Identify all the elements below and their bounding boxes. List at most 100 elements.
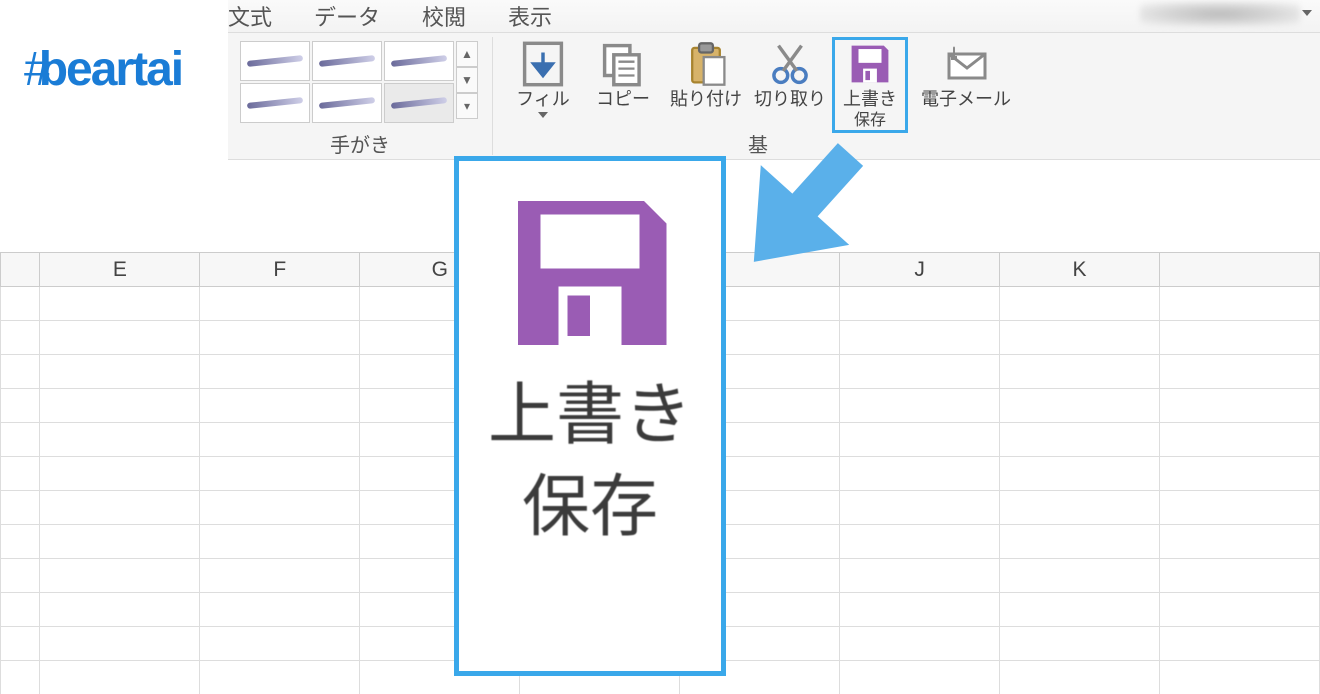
cell[interactable]	[1, 321, 40, 355]
cell[interactable]	[200, 525, 360, 559]
paste-icon	[683, 41, 729, 87]
cell[interactable]	[40, 423, 200, 457]
cell[interactable]	[1160, 491, 1320, 525]
cell[interactable]	[1160, 423, 1320, 457]
cell[interactable]	[200, 661, 360, 694]
cell[interactable]	[1160, 559, 1320, 593]
cell[interactable]	[840, 627, 1000, 661]
column-header[interactable]: F	[200, 253, 360, 287]
cell[interactable]	[840, 559, 1000, 593]
cell[interactable]	[1160, 389, 1320, 423]
cell[interactable]	[40, 491, 200, 525]
cell[interactable]	[1, 423, 40, 457]
menu-item[interactable]: 表示	[508, 0, 552, 32]
cell[interactable]	[840, 423, 1000, 457]
copy-icon	[600, 41, 646, 87]
button-label: コピー	[596, 89, 650, 110]
pen-thumb[interactable]	[312, 41, 382, 81]
cell[interactable]	[1000, 389, 1160, 423]
scroll-down-icon[interactable]: ▼	[456, 67, 478, 93]
cell[interactable]	[840, 525, 1000, 559]
pen-style-gallery[interactable]	[240, 41, 454, 123]
cell[interactable]	[840, 457, 1000, 491]
pen-thumb[interactable]	[240, 41, 310, 81]
cell[interactable]	[1000, 627, 1160, 661]
chevron-down-icon[interactable]	[1302, 10, 1312, 16]
email-button[interactable]: 電子メール	[916, 39, 1016, 110]
cell[interactable]	[200, 627, 360, 661]
cell[interactable]	[1160, 321, 1320, 355]
cell[interactable]	[1160, 661, 1320, 694]
cell[interactable]	[1000, 661, 1160, 694]
cell[interactable]	[1000, 593, 1160, 627]
cell[interactable]	[40, 525, 200, 559]
copy-button[interactable]: コピー	[588, 39, 658, 110]
cell[interactable]	[200, 287, 360, 321]
scroll-up-icon[interactable]: ▲	[456, 41, 478, 67]
account-label[interactable]	[1140, 2, 1300, 26]
cell[interactable]	[40, 355, 200, 389]
cell[interactable]	[1000, 491, 1160, 525]
cell[interactable]	[200, 559, 360, 593]
gallery-scrollbar[interactable]: ▲ ▼ ▾	[456, 41, 478, 119]
cell[interactable]	[1, 491, 40, 525]
gallery-more-icon[interactable]: ▾	[456, 93, 478, 119]
cell[interactable]	[40, 627, 200, 661]
cell[interactable]	[1000, 559, 1160, 593]
cell[interactable]	[40, 559, 200, 593]
cell[interactable]	[200, 593, 360, 627]
cell[interactable]	[1000, 355, 1160, 389]
fill-button[interactable]: フィル	[508, 39, 578, 118]
cell[interactable]	[1160, 355, 1320, 389]
cell[interactable]	[1000, 525, 1160, 559]
cell[interactable]	[1, 627, 40, 661]
cell[interactable]	[840, 389, 1000, 423]
cell[interactable]	[1000, 321, 1160, 355]
cell[interactable]	[200, 355, 360, 389]
cell[interactable]	[840, 661, 1000, 694]
paste-button[interactable]: 貼り付け	[666, 39, 746, 110]
cell[interactable]	[1160, 593, 1320, 627]
cell[interactable]	[840, 321, 1000, 355]
cell[interactable]	[40, 457, 200, 491]
column-header[interactable]: K	[1000, 253, 1160, 287]
cell[interactable]	[1000, 287, 1160, 321]
cell[interactable]	[1, 287, 40, 321]
cell[interactable]	[1160, 457, 1320, 491]
cell[interactable]	[1, 355, 40, 389]
cell[interactable]	[40, 389, 200, 423]
cell[interactable]	[1000, 457, 1160, 491]
column-header[interactable]: E	[40, 253, 200, 287]
cell[interactable]	[840, 593, 1000, 627]
cell[interactable]	[840, 287, 1000, 321]
menu-item[interactable]: 校閲	[422, 0, 466, 32]
cell[interactable]	[40, 661, 200, 694]
cell[interactable]	[840, 355, 1000, 389]
cell[interactable]	[200, 389, 360, 423]
pen-thumb[interactable]	[384, 41, 454, 81]
menu-item[interactable]: データ	[314, 0, 380, 32]
cell[interactable]	[1, 525, 40, 559]
cell[interactable]	[40, 593, 200, 627]
cell[interactable]	[1, 389, 40, 423]
cell[interactable]	[200, 491, 360, 525]
menu-item[interactable]: 文式	[228, 0, 272, 32]
cell[interactable]	[1, 559, 40, 593]
cell[interactable]	[200, 321, 360, 355]
cell[interactable]	[200, 423, 360, 457]
cell[interactable]	[1, 661, 40, 694]
cell[interactable]	[200, 457, 360, 491]
cell[interactable]	[1, 593, 40, 627]
save-button[interactable]: 上書き 保存	[834, 39, 906, 130]
cell[interactable]	[840, 491, 1000, 525]
pen-thumb[interactable]	[240, 83, 310, 123]
cell[interactable]	[1160, 525, 1320, 559]
cell[interactable]	[40, 287, 200, 321]
cell[interactable]	[1160, 287, 1320, 321]
cell[interactable]	[40, 321, 200, 355]
cell[interactable]	[1160, 627, 1320, 661]
pen-thumb[interactable]	[312, 83, 382, 123]
cell[interactable]	[1000, 423, 1160, 457]
cell[interactable]	[1, 457, 40, 491]
pen-thumb[interactable]	[384, 83, 454, 123]
